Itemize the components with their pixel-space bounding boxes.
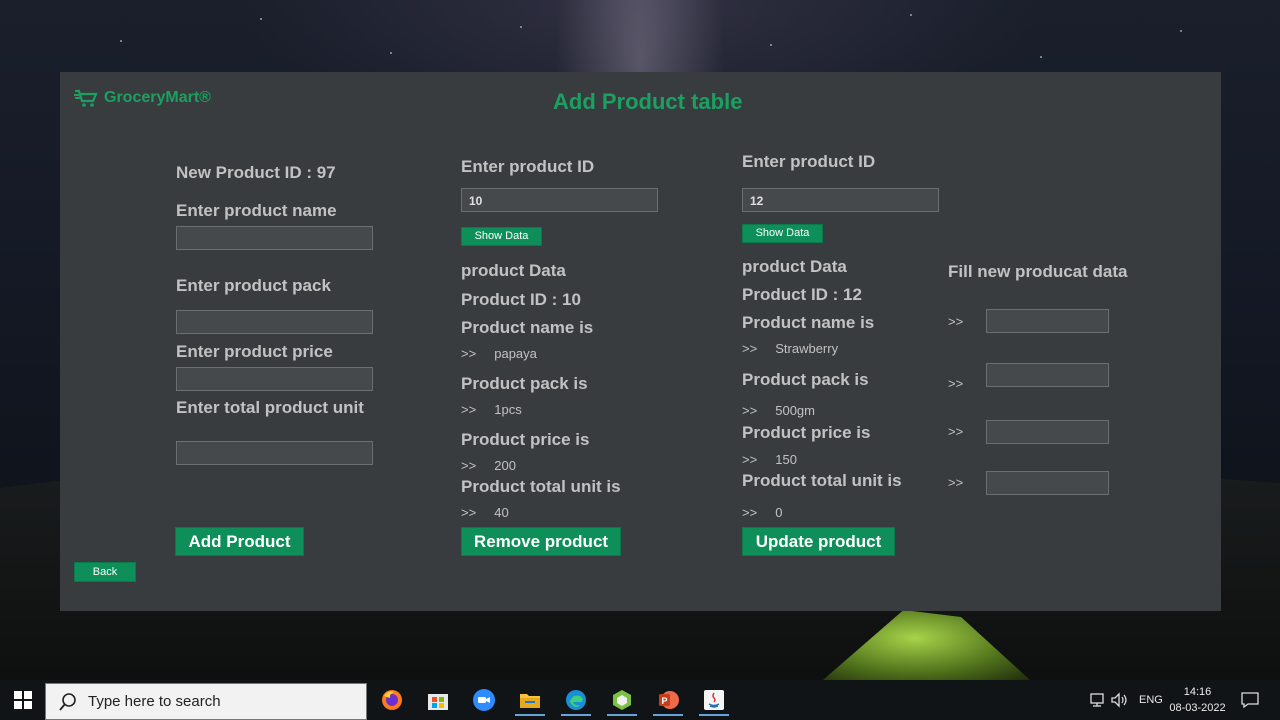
product-price-label: Enter product price bbox=[176, 342, 333, 361]
firefox-icon[interactable] bbox=[375, 684, 409, 716]
brand-logo: GroceryMart® bbox=[74, 88, 211, 108]
update-id-input[interactable]: 12 bbox=[742, 188, 939, 212]
new-product-id-label: New Product ID : 97 bbox=[176, 163, 336, 182]
new-unit-input[interactable] bbox=[986, 471, 1109, 495]
remove-name-value: >> papaya bbox=[461, 346, 537, 361]
remove-data-header: product Data bbox=[461, 261, 566, 280]
remove-name-label: Product name is bbox=[461, 318, 594, 337]
new-name-input[interactable] bbox=[986, 309, 1109, 333]
system-tray: ENG bbox=[1088, 680, 1163, 720]
edge-icon[interactable] bbox=[559, 684, 593, 716]
update-price-value: >> 150 bbox=[742, 452, 797, 467]
back-button[interactable]: Back bbox=[74, 562, 136, 582]
zoom-icon[interactable] bbox=[467, 684, 501, 716]
page-title: Add Product table bbox=[553, 89, 743, 114]
start-button[interactable] bbox=[0, 680, 45, 720]
taskbar-search-box[interactable]: Type here to search bbox=[45, 683, 367, 720]
clock-time: 14:16 bbox=[1183, 686, 1212, 698]
fill-marker: >> bbox=[948, 424, 964, 439]
new-price-input[interactable] bbox=[986, 420, 1109, 444]
update-unit-value: >> 0 bbox=[742, 505, 783, 520]
brand-name: GroceryMart® bbox=[104, 89, 211, 106]
taskbar: Type here to search P ENG 14:16 08-03-20… bbox=[0, 680, 1280, 720]
clock-date: 08-03-2022 bbox=[1169, 702, 1226, 714]
network-icon[interactable] bbox=[1088, 692, 1106, 708]
remove-price-value: >> 200 bbox=[461, 458, 516, 473]
remove-unit-label: Product total unit is bbox=[461, 477, 621, 496]
update-id-label: Enter product ID bbox=[742, 152, 876, 171]
remove-unit-value: >> 40 bbox=[461, 505, 509, 520]
remove-product-button[interactable]: Remove product bbox=[461, 527, 621, 556]
new-pack-input[interactable] bbox=[986, 363, 1109, 387]
fill-new-data-header: Fill new producat data bbox=[948, 262, 1128, 281]
remove-id-label: Enter product ID bbox=[461, 157, 595, 176]
update-show-data-button[interactable]: Show Data bbox=[742, 224, 823, 243]
update-price-label: Product price is bbox=[742, 423, 871, 442]
remove-pack-value: >> 1pcs bbox=[461, 402, 522, 417]
update-name-value: >> Strawberry bbox=[742, 341, 839, 356]
cart-icon bbox=[74, 89, 98, 107]
fill-marker: >> bbox=[948, 314, 964, 329]
update-name-label: Product name is bbox=[742, 313, 875, 332]
search-icon bbox=[59, 692, 76, 711]
update-pack-label: Product pack is bbox=[742, 370, 869, 389]
product-pack-input[interactable] bbox=[176, 310, 373, 334]
remove-product-id: Product ID : 10 bbox=[461, 290, 581, 309]
volume-icon[interactable] bbox=[1110, 692, 1130, 708]
notification-icon[interactable] bbox=[1236, 684, 1264, 716]
update-pack-value: >> 500gm bbox=[742, 403, 815, 418]
update-product-id: Product ID : 12 bbox=[742, 285, 862, 304]
java-icon[interactable] bbox=[697, 684, 731, 716]
update-data-header: product Data bbox=[742, 257, 847, 276]
update-unit-label: Product total unit is bbox=[742, 471, 902, 490]
remove-pack-label: Product pack is bbox=[461, 374, 588, 393]
microsoft-store-icon[interactable] bbox=[421, 684, 455, 716]
file-explorer-icon[interactable] bbox=[513, 684, 547, 716]
clock[interactable]: 14:16 08-03-2022 bbox=[1160, 684, 1235, 716]
windows-icon bbox=[13, 691, 32, 709]
app-window: GroceryMart® Add Product table New Produ… bbox=[60, 72, 1221, 611]
product-pack-label: Enter product pack bbox=[176, 276, 331, 295]
add-product-button[interactable]: Add Product bbox=[175, 527, 304, 556]
remove-price-label: Product price is bbox=[461, 430, 590, 449]
product-name-label: Enter product name bbox=[176, 201, 337, 220]
update-product-button[interactable]: Update product bbox=[742, 527, 895, 556]
product-name-input[interactable] bbox=[176, 226, 373, 250]
product-unit-input[interactable] bbox=[176, 441, 373, 465]
app-cube-icon[interactable] bbox=[605, 684, 639, 716]
search-placeholder: Type here to search bbox=[88, 693, 221, 710]
remove-id-input[interactable]: 10 bbox=[461, 188, 658, 212]
powerpoint-icon[interactable]: P bbox=[651, 684, 685, 716]
fill-marker: >> bbox=[948, 376, 964, 391]
svg-text:P: P bbox=[661, 696, 667, 706]
remove-show-data-button[interactable]: Show Data bbox=[461, 227, 542, 246]
product-price-input[interactable] bbox=[176, 367, 373, 391]
fill-marker: >> bbox=[948, 475, 964, 490]
product-unit-label: Enter total product unit bbox=[176, 398, 364, 417]
